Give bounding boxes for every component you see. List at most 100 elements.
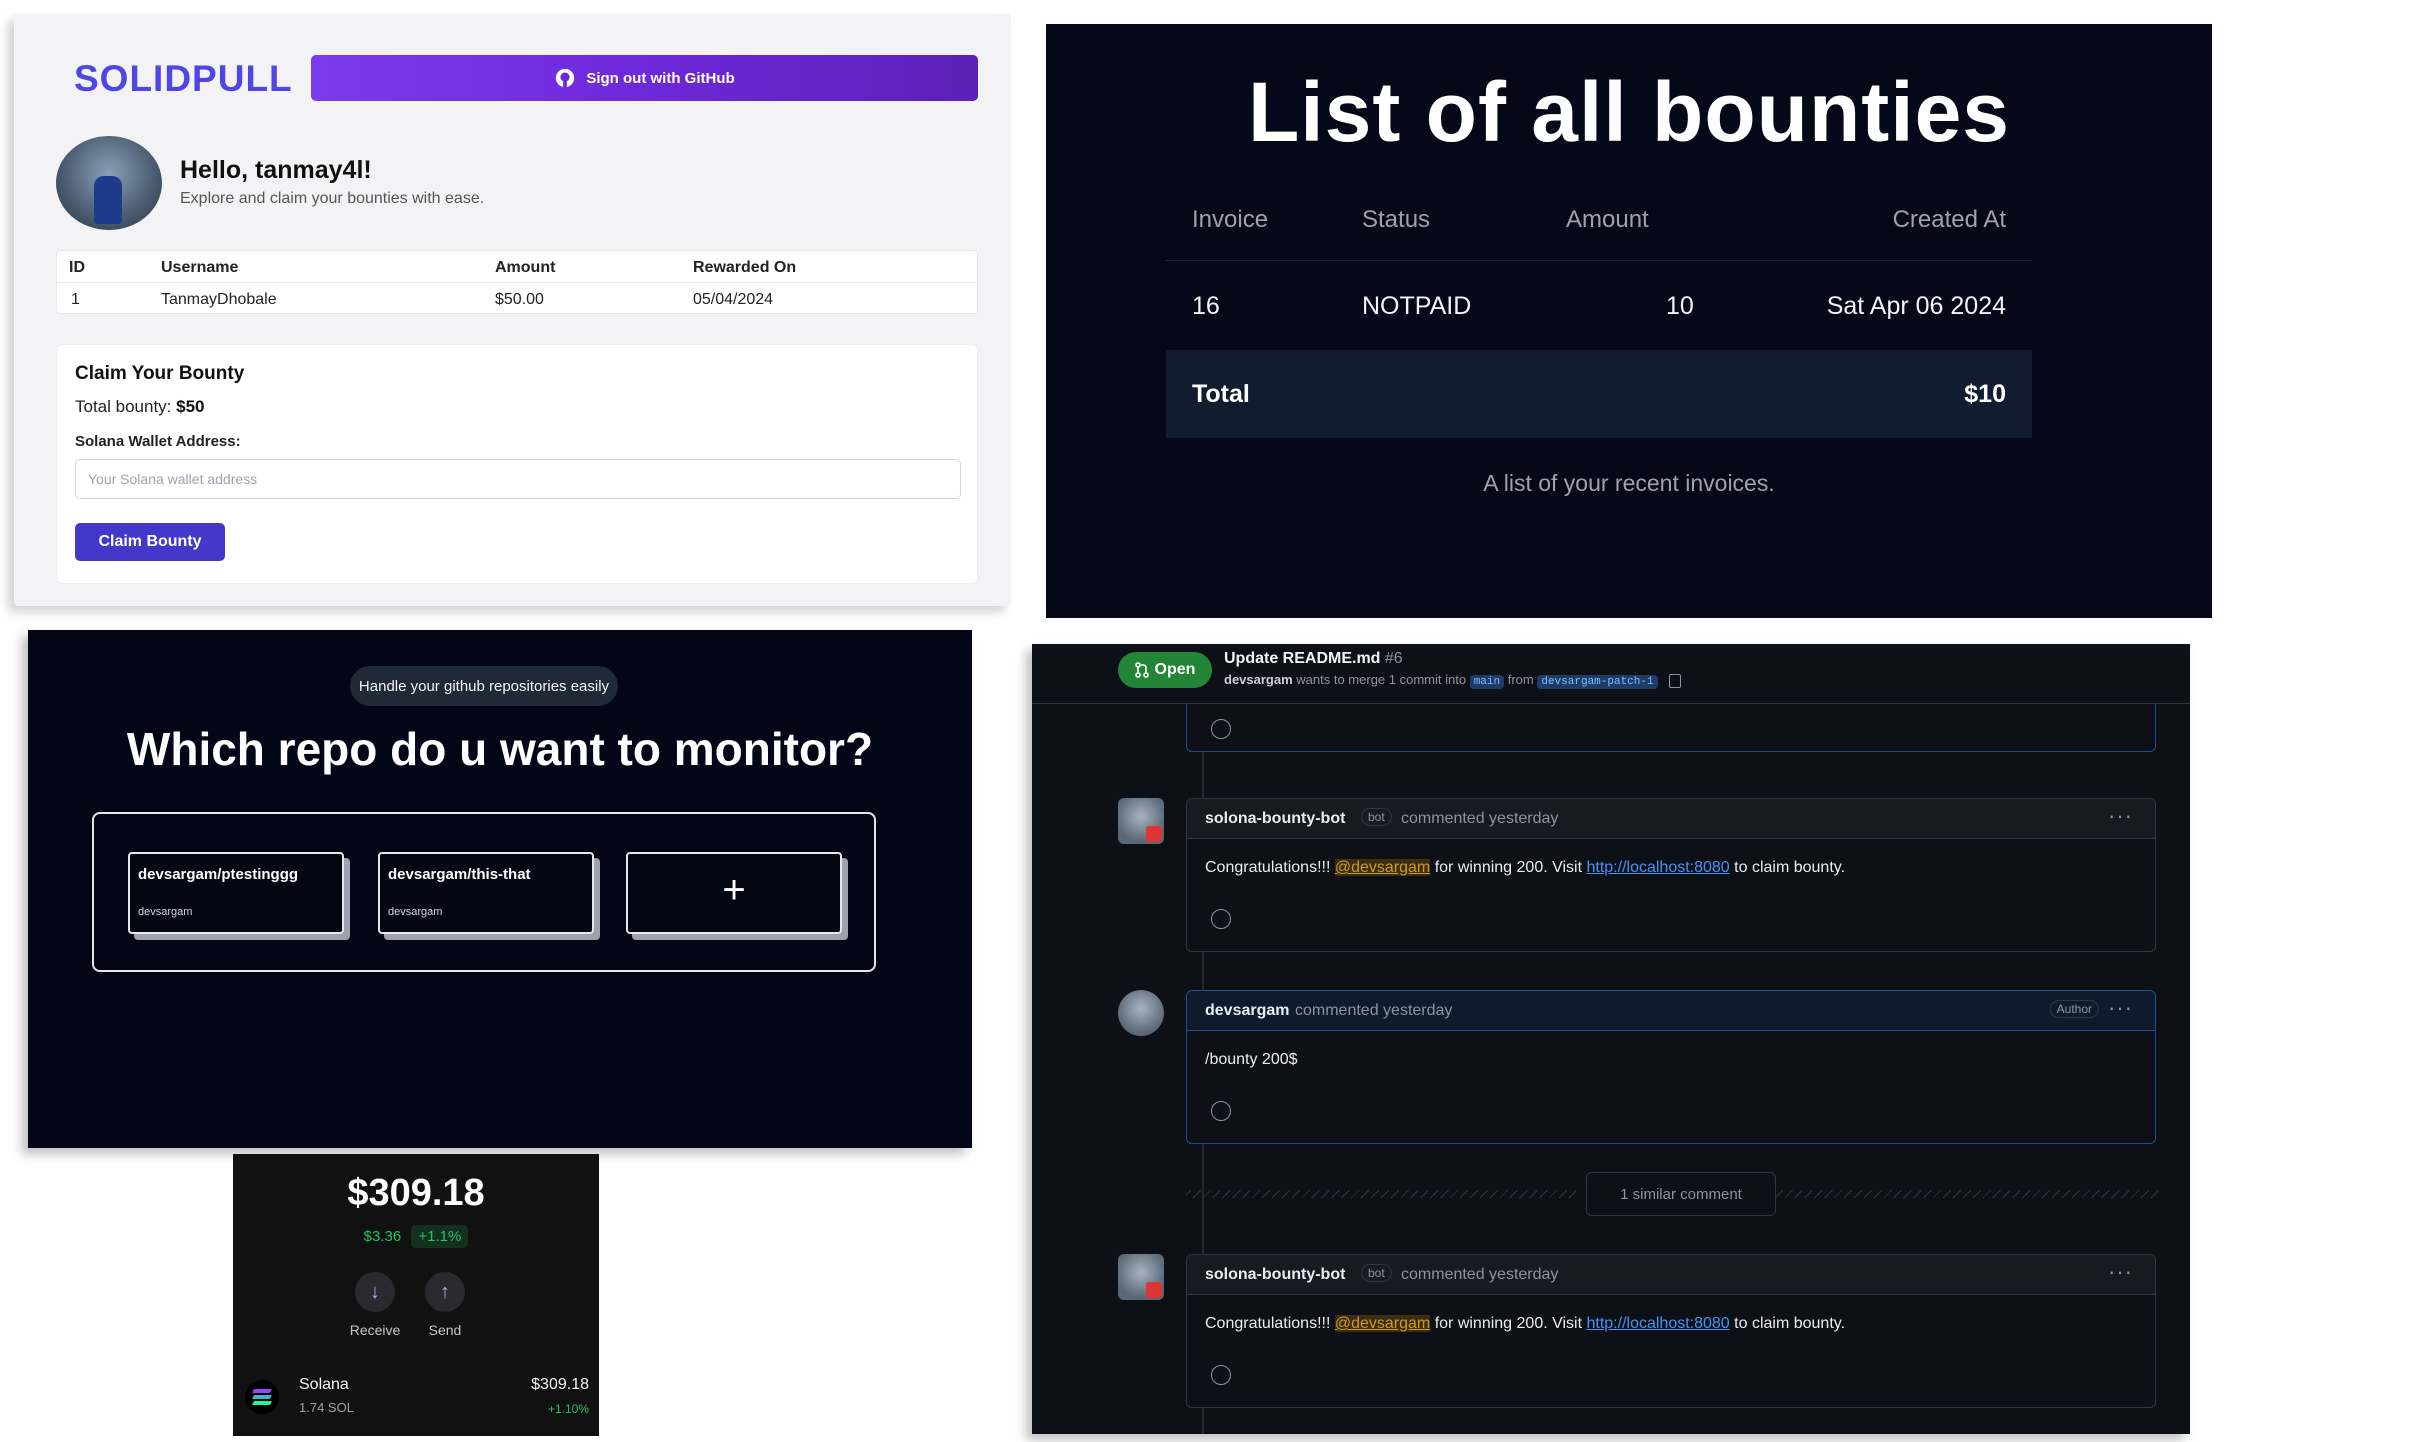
avatar[interactable] [1118,1254,1164,1300]
more-options-icon[interactable]: ··· [2108,1259,2133,1285]
comment-box: devsargam commented yesterday Author ···… [1186,990,2156,1144]
merge-from-text: from [1507,672,1534,687]
cell-username: TanmayDhobale [161,291,277,308]
total-bounty: Total bounty: $50 [75,397,205,417]
head-branch[interactable]: devsargam-patch-1 [1537,675,1658,689]
comment-body: /bounty 200$ [1205,1051,1298,1068]
cell-status: NOTPAID [1362,292,1472,320]
pr-state-label: Open [1154,661,1196,678]
comment-header: solona-bounty-bot bot commented yesterda… [1187,1255,2155,1295]
send-button[interactable]: ↑ Send [405,1272,485,1338]
comment-text: Congratulations!!! [1205,1315,1335,1332]
smiley-icon[interactable] [1211,909,1231,929]
arrow-up-icon: ↑ [425,1272,465,1312]
comment-header: devsargam commented yesterday Author ··· [1187,991,2155,1031]
similar-comment-button[interactable]: 1 similar comment [1586,1172,1776,1216]
wallet-balance: $309.18 [347,1172,485,1214]
bot-badge-icon [1146,826,1162,842]
cell-rewarded-on: 05/04/2024 [693,291,774,308]
cell-created-at: Sat Apr 06 2024 [1826,292,2006,320]
smiley-icon[interactable] [1211,1101,1231,1121]
avatar [56,136,162,230]
repo-owner: devsargam [388,906,443,918]
tagline-pill: Handle your github repositories easily [350,666,618,706]
signout-github-button[interactable]: Sign out with GitHub [311,55,978,101]
comment-author[interactable]: devsargam [1205,1002,1290,1020]
header-divider [1166,260,2032,261]
comment-meta: commented yesterday [1401,1266,1559,1283]
comment-box: solona-bounty-bot bot commented yesterda… [1186,1254,2156,1408]
send-label: Send [428,1322,462,1338]
total-bounty-value: $50 [176,397,205,416]
repo-card[interactable]: devsargam/ptestinggg devsargam [128,852,344,934]
repo-monitor-panel: Handle your github repositories easily W… [28,630,972,1148]
repo-name: devsargam/ptestinggg [138,866,299,883]
pr-title-text: Update README.md [1224,650,1381,667]
solana-icon [245,1380,279,1414]
user-mention[interactable]: @devsargam [1334,859,1431,876]
plus-icon: + [722,868,746,912]
copy-icon[interactable] [1669,673,1682,688]
col-username: Username [161,259,239,276]
comment-body: Congratulations!!! @devsargam for winnin… [1187,1295,2155,1333]
token-change: +1.10% [547,1402,589,1416]
github-icon [556,68,575,88]
table-header-row: ID Username Amount Rewarded On [57,251,977,283]
greeting: Hello, tanmay4l! [180,156,372,184]
cell-amount: 10 [1666,292,1694,320]
smiley-icon[interactable] [1211,719,1231,739]
more-options-icon[interactable]: ··· [2108,803,2133,829]
smiley-icon[interactable] [1211,1365,1231,1385]
more-options-icon[interactable]: ··· [2108,995,2133,1021]
bot-badge-icon [1146,1282,1162,1298]
bounties-panel: List of all bounties Invoice Status Amou… [1046,24,2212,618]
add-repo-button[interactable]: + [626,852,842,934]
avatar[interactable] [1118,990,1164,1036]
receive-label: Receive [349,1322,401,1338]
claim-link[interactable]: http://localhost:8080 [1586,859,1729,876]
repo-card[interactable]: devsargam/this-that devsargam [378,852,594,934]
pr-number: #6 [1384,650,1403,667]
wallet-address-input[interactable] [75,459,961,499]
cell-invoice: 16 [1192,292,1220,320]
avatar[interactable] [1118,798,1164,844]
arrow-down-icon: ↓ [355,1272,395,1312]
pr-header: Open Update README.md #6 devsargam wants… [1032,644,2190,704]
comment-author[interactable]: solona-bounty-bot [1205,1266,1345,1284]
total-value: $10 [1964,380,2006,408]
total-bounty-label: Total bounty: [75,397,172,416]
base-branch[interactable]: main [1469,675,1505,689]
col-created-at: Created At [1892,206,2006,233]
claim-link[interactable]: http://localhost:8080 [1586,1315,1729,1332]
col-status: Status [1362,206,1431,233]
col-amount: Amount [1566,206,1649,233]
comment-text: to claim bounty. [1729,1315,1846,1332]
comment-author[interactable]: solona-bounty-bot [1205,810,1345,828]
greeting-subtitle: Explore and claim your bounties with eas… [180,190,485,207]
pr-author[interactable]: devsargam [1224,672,1293,687]
bot-label: bot [1361,808,1392,826]
bounties-title: List of all bounties [1247,65,2010,159]
repo-owner: devsargam [138,906,193,918]
comment-meta: commented yesterday [1295,1002,1453,1019]
collapsed-divider [1186,1190,1576,1198]
user-mention[interactable]: @devsargam [1334,1315,1431,1332]
comment-meta: commented yesterday [1401,810,1559,827]
comment-header: solona-bounty-bot bot commented yesterda… [1187,799,2155,839]
wallet-label: Solana Wallet Address: [75,433,241,450]
change-amount: $3.36 [363,1228,402,1245]
claim-bounty-button[interactable]: Claim Bounty [75,523,225,561]
merge-text: wants to merge 1 commit into [1296,672,1467,687]
balance-change: $3.36 +1.1% [233,1225,599,1248]
token-value: $309.18 [531,1376,589,1393]
comment-box: solona-bounty-bot bot commented yesterda… [1186,798,2156,952]
solidpull-panel: SOLIDPULL Sign out with GitHub Hello, ta… [14,14,1011,606]
github-pr-panel: Open Update README.md #6 devsargam wants… [1032,644,2190,1434]
wallet-panel: $309.18 $3.36 +1.1% ↓ Receive ↑ Send Sol… [233,1154,599,1436]
col-amount: Amount [495,259,556,276]
col-rewarded-on: Rewarded On [693,259,797,276]
pr-state-badge: Open [1118,652,1212,688]
receive-button[interactable]: ↓ Receive [335,1272,415,1338]
token-amount: 1.74 SOL [299,1400,354,1415]
app-logo: SOLIDPULL [74,58,293,99]
